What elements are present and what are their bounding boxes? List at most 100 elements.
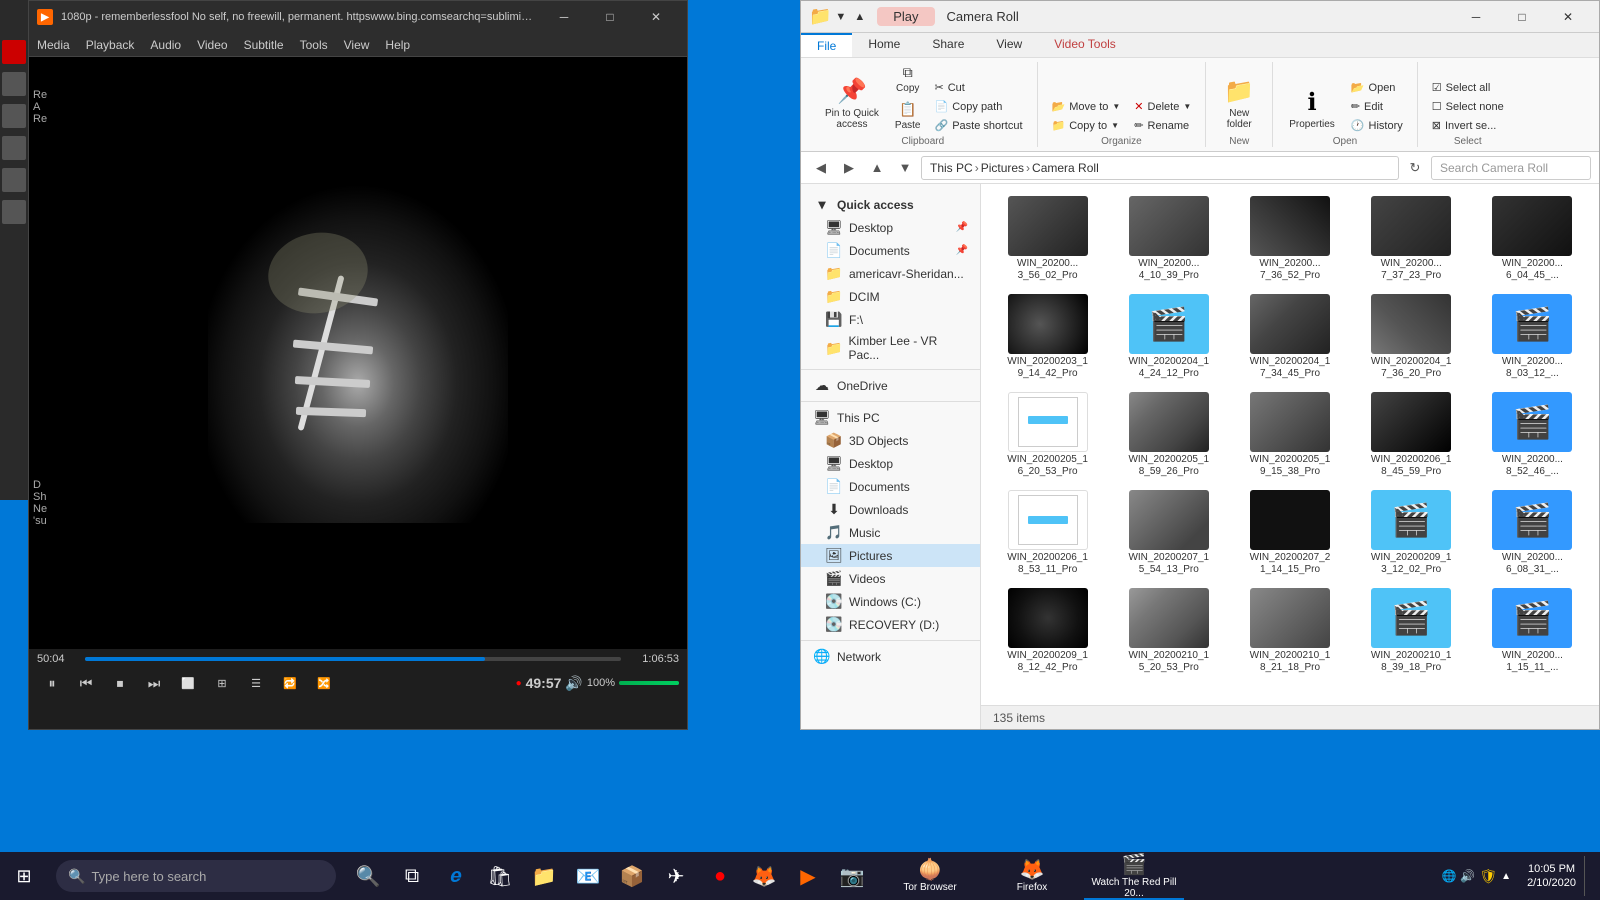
ribbon-properties-button[interactable]: ℹ Properties	[1281, 84, 1343, 134]
taskbar-app-torbrowser[interactable]: 🧅 Tor Browser	[880, 852, 980, 900]
explorer-maximize-button[interactable]: □	[1499, 1, 1545, 33]
sidebar-item-recovery-d[interactable]: 💽 RECOVERY (D:)	[801, 613, 980, 636]
path-this-pc[interactable]: This PC	[930, 161, 973, 175]
nav-recent-button[interactable]: ▼	[893, 156, 917, 180]
nav-back-button[interactable]: ◀	[809, 156, 833, 180]
start-button[interactable]: ⊞	[0, 852, 48, 900]
ribbon-open-button[interactable]: 📂 Open	[1345, 79, 1409, 96]
sidebar-item-3dobjects[interactable]: 📦 3D Objects	[801, 429, 980, 452]
ribbon-paste-shortcut-button[interactable]: 🔗 Paste shortcut	[929, 117, 1029, 134]
sidebar-item-fdrive[interactable]: 💾 F:\	[801, 308, 980, 331]
vlc-play-pause-button[interactable]: ⏸	[37, 671, 67, 695]
vlc-playlist-button[interactable]: ☰	[241, 671, 271, 695]
vlc-next-button[interactable]: ⏭	[139, 671, 169, 695]
table-row[interactable]: WIN_20200...7_36_52_Pro	[1231, 192, 1348, 286]
table-row[interactable]: WIN_20200...3_56_02_Pro	[989, 192, 1106, 286]
table-row[interactable]: 🎬 WIN_20200209_13_12_02_Pro	[1353, 486, 1470, 580]
ribbon-tab-videotools[interactable]: Video Tools	[1038, 33, 1132, 57]
ribbon-copy-path-button[interactable]: 📄 Copy path	[929, 98, 1029, 115]
sidebar-item-desktop2[interactable]: 🖥 Desktop	[801, 452, 980, 475]
ribbon-edit-button[interactable]: ✏ Edit	[1345, 98, 1409, 115]
sidebar-item-network[interactable]: 🌐 Network	[801, 645, 980, 668]
taskbar-search-button[interactable]: 🔍	[348, 856, 388, 896]
sidebar-item-dcim[interactable]: 📁 DCIM	[801, 285, 980, 308]
vlc-close-button[interactable]: ✕	[633, 1, 679, 33]
vlc-minimize-button[interactable]: ─	[541, 1, 587, 33]
ribbon-select-none-button[interactable]: ☐ Select none	[1426, 98, 1510, 115]
sidebar-item-onedrive[interactable]: ☁ OneDrive	[801, 374, 980, 397]
vlc-loop-button[interactable]: 🔁	[275, 671, 305, 695]
ribbon-rename-button[interactable]: ✏ Rename	[1128, 117, 1197, 134]
table-row[interactable]: WIN_20200210_15_20_53_Pro	[1110, 584, 1227, 678]
sidebar-item-videos[interactable]: 🎬 Videos	[801, 567, 980, 590]
explorer-minimize-button[interactable]: ─	[1453, 1, 1499, 33]
table-row[interactable]: WIN_20200206_18_53_11_Pro	[989, 486, 1106, 580]
ribbon-select-all-button[interactable]: ☑ Select all	[1426, 79, 1510, 96]
sidebar-item-desktop[interactable]: 🖥 Desktop 📌	[801, 216, 980, 239]
vlc-menu-media[interactable]: Media	[37, 38, 70, 52]
taskbar-edge-button[interactable]: 𝒆	[436, 856, 476, 896]
taskbar-norton-icon[interactable]: 🛡	[1479, 868, 1497, 885]
taskbar-oracle-button[interactable]: ●	[700, 856, 740, 896]
table-row[interactable]: WIN_20200206_18_45_59_Pro	[1353, 388, 1470, 482]
table-row[interactable]: 🎬 WIN_20200...8_52_46_...	[1474, 388, 1591, 482]
vlc-stop-button[interactable]: ⏹	[105, 671, 135, 695]
sidebar-item-music[interactable]: 🎵 Music	[801, 521, 980, 544]
vlc-fullscreen-button[interactable]: ⬜	[173, 671, 203, 695]
vlc-menu-help[interactable]: Help	[385, 38, 410, 52]
ribbon-copy-to-button[interactable]: 📁 Copy to ▼	[1046, 117, 1127, 134]
ribbon-copy-button[interactable]: ⧉ Copy	[889, 62, 927, 97]
vlc-video-area[interactable]: ReARe DShNe'su	[29, 57, 687, 649]
sidebar-item-downloads[interactable]: ⬇ Downloads	[801, 498, 980, 521]
sidebar-item-documents2[interactable]: 📄 Documents	[801, 475, 980, 498]
vlc-menu-audio[interactable]: Audio	[150, 38, 181, 52]
quickaccess-label[interactable]: Quick access	[837, 198, 914, 212]
ribbon-move-to-button[interactable]: 📂 Move to ▼	[1046, 98, 1127, 115]
vlc-menu-subtitle[interactable]: Subtitle	[244, 38, 284, 52]
taskbar-mail-button[interactable]: 📧	[568, 856, 608, 896]
vlc-random-button[interactable]: 🔀	[309, 671, 339, 695]
vlc-prev-button[interactable]: ⏮	[71, 671, 101, 695]
vlc-extended-button[interactable]: ⊞	[207, 671, 237, 695]
taskbar-task-view-button[interactable]: ⧉	[392, 856, 432, 896]
table-row[interactable]: WIN_20200209_18_12_42_Pro	[989, 584, 1106, 678]
table-row[interactable]: WIN_20200207_21_14_15_Pro	[1231, 486, 1348, 580]
ribbon-new-folder-button[interactable]: 📁 Newfolder	[1214, 73, 1264, 134]
sidebar-item-kimber[interactable]: 📁 Kimber Lee - VR Pac...	[801, 331, 980, 365]
taskbar-network-icon[interactable]: 🌐	[1441, 869, 1456, 883]
taskbar-volume-icon[interactable]: 🔊	[1460, 869, 1475, 883]
path-camera-roll[interactable]: Camera Roll	[1032, 161, 1099, 175]
table-row[interactable]: 🎬 WIN_20200204_14_24_12_Pro	[1110, 290, 1227, 384]
taskbar-chevron-icon[interactable]: ▲	[1501, 871, 1511, 882]
taskbar-store-button[interactable]: 🛍	[480, 856, 520, 896]
taskbar-explorer-button[interactable]: 📁	[524, 856, 564, 896]
sidebar-item-pictures[interactable]: 🖼 Pictures	[801, 544, 980, 567]
explorer-play-button[interactable]: Play	[877, 7, 934, 26]
ribbon-delete-button[interactable]: ✕ Delete ▼	[1128, 98, 1197, 115]
table-row[interactable]: 🎬 WIN_20200210_18_39_18_Pro	[1353, 584, 1470, 678]
explorer-close-button[interactable]: ✕	[1545, 1, 1591, 33]
vlc-menu-view[interactable]: View	[344, 38, 370, 52]
vlc-menu-video[interactable]: Video	[197, 38, 227, 52]
ribbon-cut-button[interactable]: ✂ Cut	[929, 79, 1029, 96]
ribbon-tab-share[interactable]: Share	[916, 33, 980, 57]
vlc-menu-playback[interactable]: Playback	[86, 38, 135, 52]
vlc-volume-bar[interactable]	[619, 681, 679, 685]
ribbon-tab-view[interactable]: View	[980, 33, 1038, 57]
show-desktop-button[interactable]	[1584, 856, 1592, 896]
taskbar-clock[interactable]: 10:05 PM 2/10/2020	[1527, 862, 1576, 891]
nav-up-button[interactable]: ▲	[865, 156, 889, 180]
taskbar-amazon-button[interactable]: 📦	[612, 856, 652, 896]
table-row[interactable]: WIN_20200205_18_59_26_Pro	[1110, 388, 1227, 482]
table-row[interactable]: WIN_20200204_17_34_45_Pro	[1231, 290, 1348, 384]
ribbon-pin-button[interactable]: 📌 Pin to Quickaccess	[817, 73, 887, 134]
search-input[interactable]	[1440, 161, 1582, 175]
sidebar-item-documents[interactable]: 📄 Documents 📌	[801, 239, 980, 262]
table-row[interactable]: WIN_20200204_17_36_20_Pro	[1353, 290, 1470, 384]
taskbar-tripadvisor-button[interactable]: ✈	[656, 856, 696, 896]
vlc-progress-bar[interactable]	[85, 657, 621, 661]
taskbar-vlc-icon[interactable]: ▶	[788, 856, 828, 896]
table-row[interactable]: WIN_20200207_15_54_13_Pro	[1110, 486, 1227, 580]
address-path[interactable]: This PC › Pictures › Camera Roll	[921, 156, 1399, 180]
table-row[interactable]: 🎬 WIN_20200...1_15_11_...	[1474, 584, 1591, 678]
